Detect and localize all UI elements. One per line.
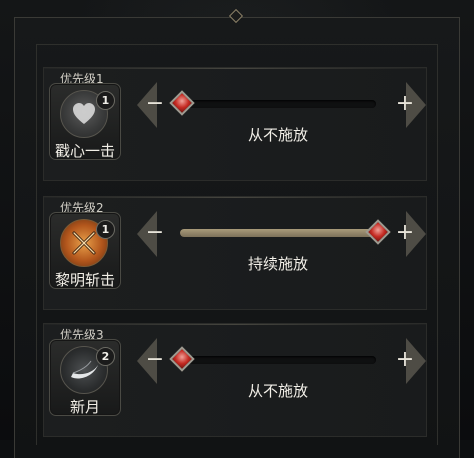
cast-mode-text: 从不施放 <box>247 382 308 400</box>
slider-thumb[interactable] <box>169 90 195 116</box>
slider-fill <box>180 229 376 237</box>
slider-thumb[interactable] <box>169 346 195 372</box>
priority-row-1: 优先级1 1 戳心一击 − + 从不施放 <box>43 67 427 181</box>
slider-thumb[interactable] <box>365 219 391 245</box>
decrease-button[interactable]: − <box>143 220 167 246</box>
cast-mode-slider[interactable] <box>169 90 376 116</box>
cast-mode-slider[interactable] <box>169 346 376 372</box>
cast-mode-text: 从不施放 <box>247 126 308 144</box>
skill-level-badge: 1 <box>96 91 115 110</box>
skill-level-badge: 1 <box>96 220 115 239</box>
skill-name: 新月 <box>69 398 100 416</box>
priority-row-2: 优先级2 1 黎明斩击 − + 持续施放 <box>43 196 427 310</box>
skill-name: 黎明斩击 <box>54 271 115 289</box>
skill-name: 戳心一击 <box>54 142 115 160</box>
decrease-button[interactable]: − <box>143 347 167 373</box>
increase-button[interactable]: + <box>393 91 417 117</box>
skill-level-badge: 2 <box>96 347 115 366</box>
cast-mode-text: 持续施放 <box>247 255 308 273</box>
skill-card[interactable]: 1 戳心一击 <box>49 83 121 160</box>
increase-button[interactable]: + <box>393 220 417 246</box>
decrease-button[interactable]: − <box>143 91 167 117</box>
skill-card[interactable]: 2 新月 <box>49 339 121 416</box>
skill-card[interactable]: 1 黎明斩击 <box>49 212 121 289</box>
priority-row-3: 优先级3 2 新月 − + 从不施放 <box>43 323 427 437</box>
cast-mode-slider[interactable] <box>180 219 391 245</box>
increase-button[interactable]: + <box>393 347 417 373</box>
